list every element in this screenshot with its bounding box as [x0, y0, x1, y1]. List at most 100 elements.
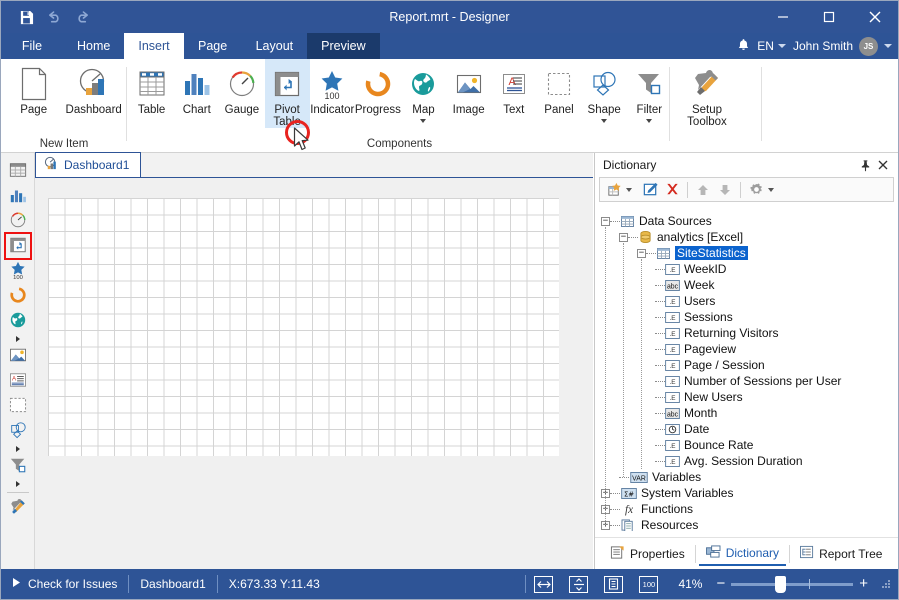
toolbox-item-chart[interactable] — [6, 184, 30, 208]
page-view-icon[interactable] — [604, 575, 624, 593]
tree-node-page-session[interactable]: .E Page / Session — [601, 357, 898, 373]
zoom-out-button[interactable]: − — [716, 576, 725, 591]
pin-icon[interactable] — [856, 156, 874, 174]
toolbox-item-gauge[interactable] — [6, 209, 30, 233]
toolbox-item-filter[interactable] — [6, 454, 30, 478]
tab-report-tree[interactable]: Report Tree — [793, 542, 889, 566]
ribbon-item-chart[interactable]: Chart — [174, 59, 219, 116]
ribbon-item-gauge[interactable]: Gauge — [219, 59, 264, 116]
toolbox-filter-dropdown-arrow[interactable] — [6, 479, 30, 489]
document-tab-dashboard1[interactable]: Dashboard1 — [35, 152, 142, 177]
ribbon-tab-insert[interactable]: Insert — [124, 33, 184, 59]
tree-node-week[interactable]: abc Week — [601, 277, 898, 293]
ribbon-item-page[interactable]: Page — [7, 59, 60, 116]
redo-icon[interactable] — [73, 8, 91, 26]
expander-icon[interactable]: − — [619, 232, 628, 242]
new-item-icon[interactable] — [604, 180, 624, 200]
tree-node-month[interactable]: abc Month — [601, 405, 898, 421]
bell-icon[interactable] — [737, 38, 750, 55]
tree-node-users[interactable]: .E Users — [601, 293, 898, 309]
ribbon-item-text[interactable]: A Text — [491, 59, 536, 116]
ribbon-item-progress[interactable]: Progress — [355, 59, 401, 116]
toolbox-item-map[interactable] — [6, 309, 30, 333]
toolbox-shape-dropdown-arrow[interactable] — [6, 444, 30, 454]
chevron-down-icon[interactable] — [420, 119, 427, 123]
toolbox-map-dropdown-arrow[interactable] — [6, 334, 30, 344]
edit-icon[interactable] — [640, 180, 660, 200]
ribbon-item-dashboard[interactable]: Dashboard — [60, 59, 127, 116]
arrow-down-icon[interactable] — [715, 180, 735, 200]
expander-icon[interactable]: − — [637, 248, 646, 258]
undo-icon[interactable] — [45, 8, 63, 26]
tree-node-avg-session-duration[interactable]: .E Avg. Session Duration — [601, 453, 898, 469]
check-for-issues-button[interactable]: Check for Issues — [1, 577, 128, 591]
zoom-in-button[interactable]: + — [859, 576, 868, 591]
language-selector[interactable]: EN — [757, 39, 786, 53]
tree-node-variables[interactable]: VAR Variables — [601, 469, 898, 485]
hundred-icon[interactable]: 100 — [639, 575, 659, 593]
toolbox-item-shape[interactable] — [6, 419, 30, 443]
toolbox-item-image[interactable] — [6, 344, 30, 368]
toolbox-item-indicator[interactable]: 100 — [6, 259, 30, 283]
ribbon-item-map[interactable]: Map — [401, 59, 446, 123]
ribbon-tab-preview[interactable]: Preview — [307, 33, 380, 59]
ribbon-item-shape[interactable]: Shape — [582, 59, 627, 123]
toolbox-item-setup[interactable] — [6, 496, 30, 520]
arrow-up-icon[interactable] — [693, 180, 713, 200]
tree-node-sitestatistics[interactable]: − SiteStatistics — [601, 245, 898, 261]
ribbon-tab-page[interactable]: Page — [184, 33, 242, 59]
close-icon[interactable] — [874, 156, 892, 174]
minimize-button[interactable] — [760, 1, 806, 33]
ribbon-item-pivot-table[interactable]: Pivot Table — [264, 59, 310, 128]
gear-icon[interactable] — [746, 180, 766, 200]
dashboard-canvas[interactable] — [48, 198, 559, 456]
fit-width-icon[interactable] — [534, 575, 554, 593]
chevron-down-icon[interactable] — [601, 119, 608, 123]
dictionary-tree[interactable]: − Data Sources − analytics [Excel] − Sit… — [595, 209, 898, 531]
zoom-slider[interactable]: − + — [706, 575, 878, 593]
ribbon-item-filter[interactable]: Filter — [627, 59, 672, 123]
user-menu[interactable]: John Smith JS — [793, 36, 892, 56]
tree-node-resources[interactable]: + Resources — [601, 517, 898, 531]
tree-node-system-variables[interactable]: + Σ# System Variables — [601, 485, 898, 501]
ribbon-tab-layout[interactable]: Layout — [242, 33, 308, 59]
fit-height-icon[interactable] — [569, 575, 589, 593]
tree-node-weekid[interactable]: .E WeekID — [601, 261, 898, 277]
tab-dictionary[interactable]: Dictionary — [698, 542, 787, 566]
zoom-slider-track[interactable] — [731, 575, 854, 593]
toolbox-item-progress[interactable] — [6, 284, 30, 308]
maximize-button[interactable] — [806, 1, 852, 33]
ribbon-item-image[interactable]: Image — [446, 59, 491, 116]
tree-node-number-of-sessions-per-user[interactable]: .E Number of Sessions per User — [601, 373, 898, 389]
ribbon-tab-file[interactable]: File — [1, 33, 63, 59]
tree-node-data-sources[interactable]: − Data Sources — [601, 213, 898, 229]
ribbon-tab-home[interactable]: Home — [63, 33, 124, 59]
ribbon-item-panel[interactable]: Panel — [536, 59, 581, 116]
toolbox-item-panel[interactable] — [6, 394, 30, 418]
toolbox-item-pivot-table[interactable] — [3, 232, 32, 260]
tree-node-date[interactable]: Date — [601, 421, 898, 437]
ribbon-item-setup-toolbox[interactable]: Setup Toolbox — [676, 59, 738, 128]
tree-node-pageview[interactable]: .E Pageview — [601, 341, 898, 357]
tree-node-bounce-rate[interactable]: .E Bounce Rate — [601, 437, 898, 453]
toolbox-item-table[interactable] — [6, 159, 30, 183]
resize-grip-icon[interactable] — [878, 577, 892, 591]
new-item-dropdown-icon[interactable] — [626, 187, 632, 192]
ribbon-item-indicator[interactable]: 100 Indicator — [310, 59, 355, 116]
tree-node-sessions[interactable]: .E Sessions — [601, 309, 898, 325]
tree-node-functions[interactable]: + fx Functions — [601, 501, 898, 517]
delete-icon[interactable] — [662, 180, 682, 200]
zoom-slider-thumb[interactable] — [775, 575, 787, 593]
ribbon-item-table[interactable]: Table — [129, 59, 174, 116]
tree-node-returning-visitors[interactable]: .E Returning Visitors — [601, 325, 898, 341]
chevron-down-icon[interactable] — [646, 119, 653, 123]
close-button[interactable] — [852, 1, 898, 33]
tree-node-analytics[interactable]: − analytics [Excel] — [601, 229, 898, 245]
settings-dropdown-icon[interactable] — [768, 187, 774, 192]
toolbox-item-text[interactable]: A — [6, 369, 30, 393]
design-workspace[interactable] — [35, 178, 593, 569]
expander-icon[interactable]: − — [601, 216, 610, 226]
tab-properties[interactable]: Properties — [603, 542, 692, 566]
save-icon[interactable] — [17, 8, 35, 26]
tree-node-new-users[interactable]: .E New Users — [601, 389, 898, 405]
